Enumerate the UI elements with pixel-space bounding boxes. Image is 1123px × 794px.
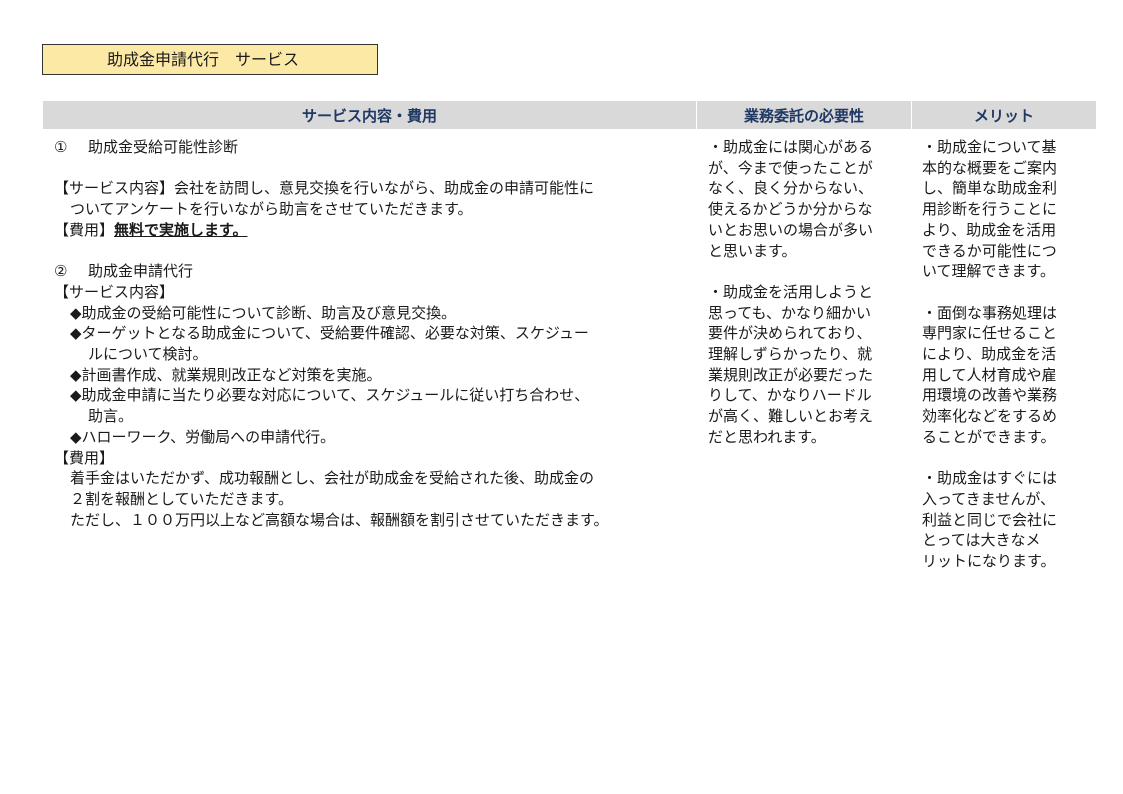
merit-column: ・助成金について基 本的な概要をご案内 し、簡単な助成金利 用診断を行うことに … [922, 137, 1082, 572]
service2-fee-line: ２割を報酬としていただきます。 [70, 489, 294, 508]
necessity-line: いとお思いの場合が多い [708, 220, 874, 239]
necessity-line: りして、かなりハードル [708, 386, 872, 405]
service2-item-continued: ルについて検討。 [88, 345, 208, 363]
merit-line: により、助成金を活 [922, 345, 1057, 364]
service2-item: ◆助成金申請に当たり必要な対応について、スケジュールに従い打ち合わせ、 [70, 386, 590, 405]
content-cost-column: ① 助成金受給可能性診断 【サービス内容】会社を訪問し、意見交換を行いながら、助… [54, 137, 690, 530]
necessity-spacer [708, 261, 898, 282]
service2-item-continued: 助言。 [88, 407, 134, 426]
merit-line: ・面倒な事務処理は [922, 303, 1058, 322]
service2-number: ② [54, 262, 68, 281]
necessity-line: ・助成金を活用しようと [708, 282, 874, 301]
merit-spacer [922, 448, 1082, 469]
necessity-line: ・助成金には関心がある [708, 138, 874, 156]
merit-line: 利益と同じで会社に [922, 510, 1058, 529]
merit-line: 本的な概要をご案内 [922, 158, 1058, 177]
necessity-line: 要件が決められており、 [708, 324, 872, 343]
service1-fee: 【費用】無料で実施します。 [54, 220, 690, 241]
merit-line: とっては大きなメ [922, 531, 1041, 550]
service1-content-line1: 【サービス内容】会社を訪問し、意見交換を行いながら、助成金の申請可能性に [54, 179, 595, 198]
merit-line: ることができます。 [922, 427, 1056, 446]
merit-line: 効率化などをするめ [922, 407, 1058, 426]
necessity-line: なく、良く分からない、 [708, 179, 874, 198]
service2-fee-line: 着手金はいただかず、成功報酬とし、会社が助成金を受給された後、助成金の [70, 469, 594, 488]
necessity-line: 業規則改正が必要だった [708, 365, 874, 384]
service2-item: ◆助成金の受給可能性について診断、助言及び意見交換。 [70, 303, 457, 322]
necessity-column: ・助成金には関心がある が、今まで使ったことが なく、良く分からない、 使えるか… [708, 137, 898, 448]
necessity-line: 理解しずらかったり、就 [708, 345, 873, 364]
merit-line: リットになります。 [922, 552, 1056, 571]
service1-name: 助成金受給可能性診断 [88, 138, 239, 156]
merit-line: 用環境の改善や業務 [922, 386, 1058, 405]
merit-line: 用診断を行うことに [922, 200, 1058, 219]
header-content-cost: サービス内容・費用 [43, 101, 697, 129]
necessity-line: と思います。 [708, 241, 797, 260]
necessity-line: 思っても、かなり細かい [708, 303, 872, 322]
service2-fee-label: 【費用】 [54, 448, 115, 467]
service1-fee-label: 【費用】 [54, 220, 115, 239]
service1-content-line2: ついてアンケートを行いながら助言をさせていただきます。 [70, 200, 473, 219]
necessity-line: 使えるかどうか分からな [708, 200, 873, 219]
document-title: 助成金申請代行 サービス [42, 44, 378, 75]
service1-number: ① [54, 138, 68, 156]
merit-spacer [922, 282, 1082, 303]
table-header: サービス内容・費用 業務委託の必要性 メリット [43, 101, 1096, 129]
necessity-line: が高く、難しいとお考え [708, 407, 874, 426]
service2-fee-line: ただし、１００万円以上など高額な場合は、報酬額を割引させていただきます。 [70, 510, 609, 529]
service2-content-label: 【サービス内容】 [54, 282, 175, 301]
service1-fee-value: 無料で実施します。 [114, 220, 248, 239]
service2-item: ◆ハローワーク、労働局への申請代行。 [70, 427, 336, 446]
header-merit: メリット [973, 106, 1034, 125]
merit-line: いて理解できます。 [922, 262, 1056, 281]
necessity-line: が、今まで使ったことが [708, 158, 873, 177]
service2-item: ◆計画書作成、就業規則改正など対策を実施。 [70, 365, 382, 384]
merit-line: 入ってきませんが、 [922, 489, 1056, 508]
necessity-line: だと思われます。 [708, 427, 826, 446]
service1-heading: ① 助成金受給可能性診断 [54, 137, 690, 158]
merit-line: できるか可能性につ [922, 241, 1057, 260]
service2-name: 助成金申請代行 [88, 262, 194, 281]
merit-line: 用して人材育成や雇 [922, 365, 1057, 384]
merit-line: ・助成金はすぐには [922, 469, 1058, 488]
merit-line: し、簡単な助成金利 [922, 179, 1058, 198]
service2-heading: ② 助成金申請代行 [54, 261, 690, 282]
merit-line: 専門家に任せること [922, 324, 1058, 343]
header-necessity: 業務委託の必要性 [697, 101, 912, 129]
service2-item: ◆ターゲットとなる助成金について、受給要件確認、必要な対策、スケジュー [70, 324, 589, 343]
merit-line: より、助成金を活用 [922, 220, 1057, 239]
merit-line: ・助成金について基 [922, 138, 1057, 156]
